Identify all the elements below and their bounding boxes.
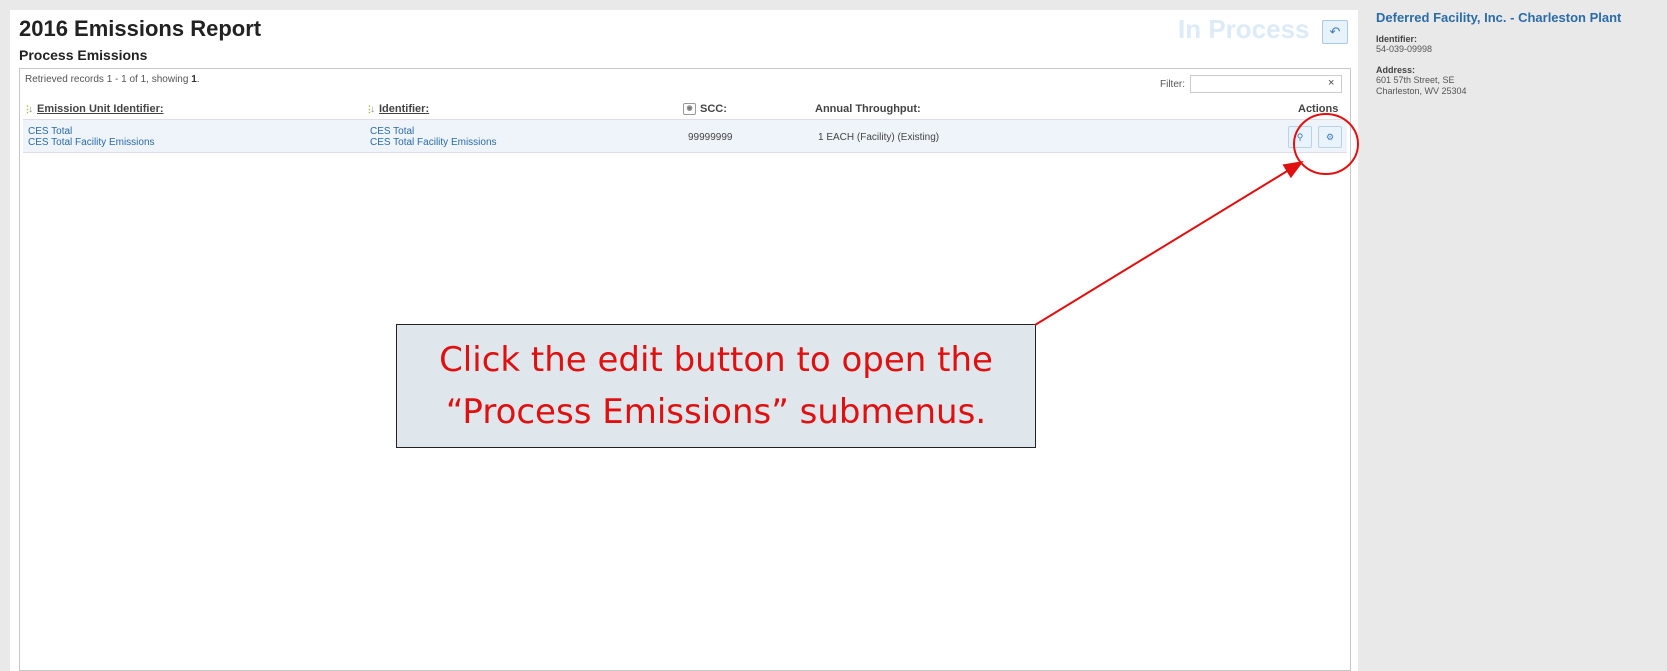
annotation-callout: Click the edit button to open the “Proce… bbox=[396, 324, 1036, 448]
undo-icon: ↶ bbox=[1329, 24, 1341, 39]
view-button[interactable]: ⚲ bbox=[1288, 126, 1312, 148]
address-label: Address: bbox=[1376, 65, 1416, 75]
facility-name[interactable]: Deferred Facility, Inc. - Charleston Pla… bbox=[1376, 10, 1666, 25]
search-icon: ⚲ bbox=[1296, 132, 1304, 142]
identifier-link[interactable]: CES Total CES Total Facility Emissions bbox=[370, 126, 497, 148]
gear-icon: ⚙ bbox=[1325, 132, 1335, 142]
report-title: 2016 Emissions Report bbox=[19, 16, 262, 41]
identifier-label: Identifier: bbox=[1376, 34, 1418, 44]
clear-filter-icon[interactable]: × bbox=[1328, 77, 1334, 89]
edit-button[interactable]: ⚙ bbox=[1318, 126, 1342, 148]
column-header-actions: Actions bbox=[1298, 103, 1339, 115]
records-suffix: . bbox=[196, 74, 200, 85]
facility-panel: Deferred Facility, Inc. - Charleston Pla… bbox=[1376, 10, 1666, 97]
column-header-annual-throughput: Annual Throughput: bbox=[815, 103, 921, 115]
status-label: In Process bbox=[1178, 14, 1310, 44]
column-header-identifier[interactable]: ⋮ ↓ Identifier: bbox=[365, 103, 429, 115]
address-line-1: 601 57th Street, SE bbox=[1376, 75, 1455, 85]
back-button[interactable]: ↶ bbox=[1322, 20, 1348, 44]
annotation-line-2: “Process Emissions” submenus. bbox=[445, 392, 987, 432]
sort-icon: ⋮ ↓ bbox=[23, 103, 33, 115]
table-row: CES Total CES Total Facility Emissions C… bbox=[23, 119, 1347, 153]
sort-icon: ⋮ ↓ bbox=[365, 103, 375, 115]
filter-label: Filter: bbox=[1160, 79, 1185, 90]
emission-unit-link[interactable]: CES Total CES Total Facility Emissions bbox=[28, 126, 155, 148]
address-line-2: Charleston, WV 25304 bbox=[1376, 86, 1467, 96]
scc-value: 99999999 bbox=[688, 132, 733, 143]
facility-identifier: 54-039-09998 bbox=[1376, 44, 1433, 54]
records-info-text: Retrieved records 1 - 1 of 1, showing bbox=[25, 74, 189, 85]
column-header-emission-unit[interactable]: ⋮ ↓ Emission Unit Identifier: bbox=[23, 103, 164, 115]
filter-input[interactable] bbox=[1190, 75, 1342, 93]
throughput-value: 1 EACH (Facility) (Existing) bbox=[818, 132, 940, 143]
section-title: Process Emissions bbox=[19, 47, 148, 63]
records-info: Retrieved records 1 - 1 of 1, showing 1. bbox=[25, 74, 200, 85]
scc-info-icon: ◉ bbox=[683, 103, 696, 115]
column-header-scc: ◉ SCC: bbox=[683, 103, 727, 115]
annotation-line-1: Click the edit button to open the bbox=[439, 340, 993, 380]
